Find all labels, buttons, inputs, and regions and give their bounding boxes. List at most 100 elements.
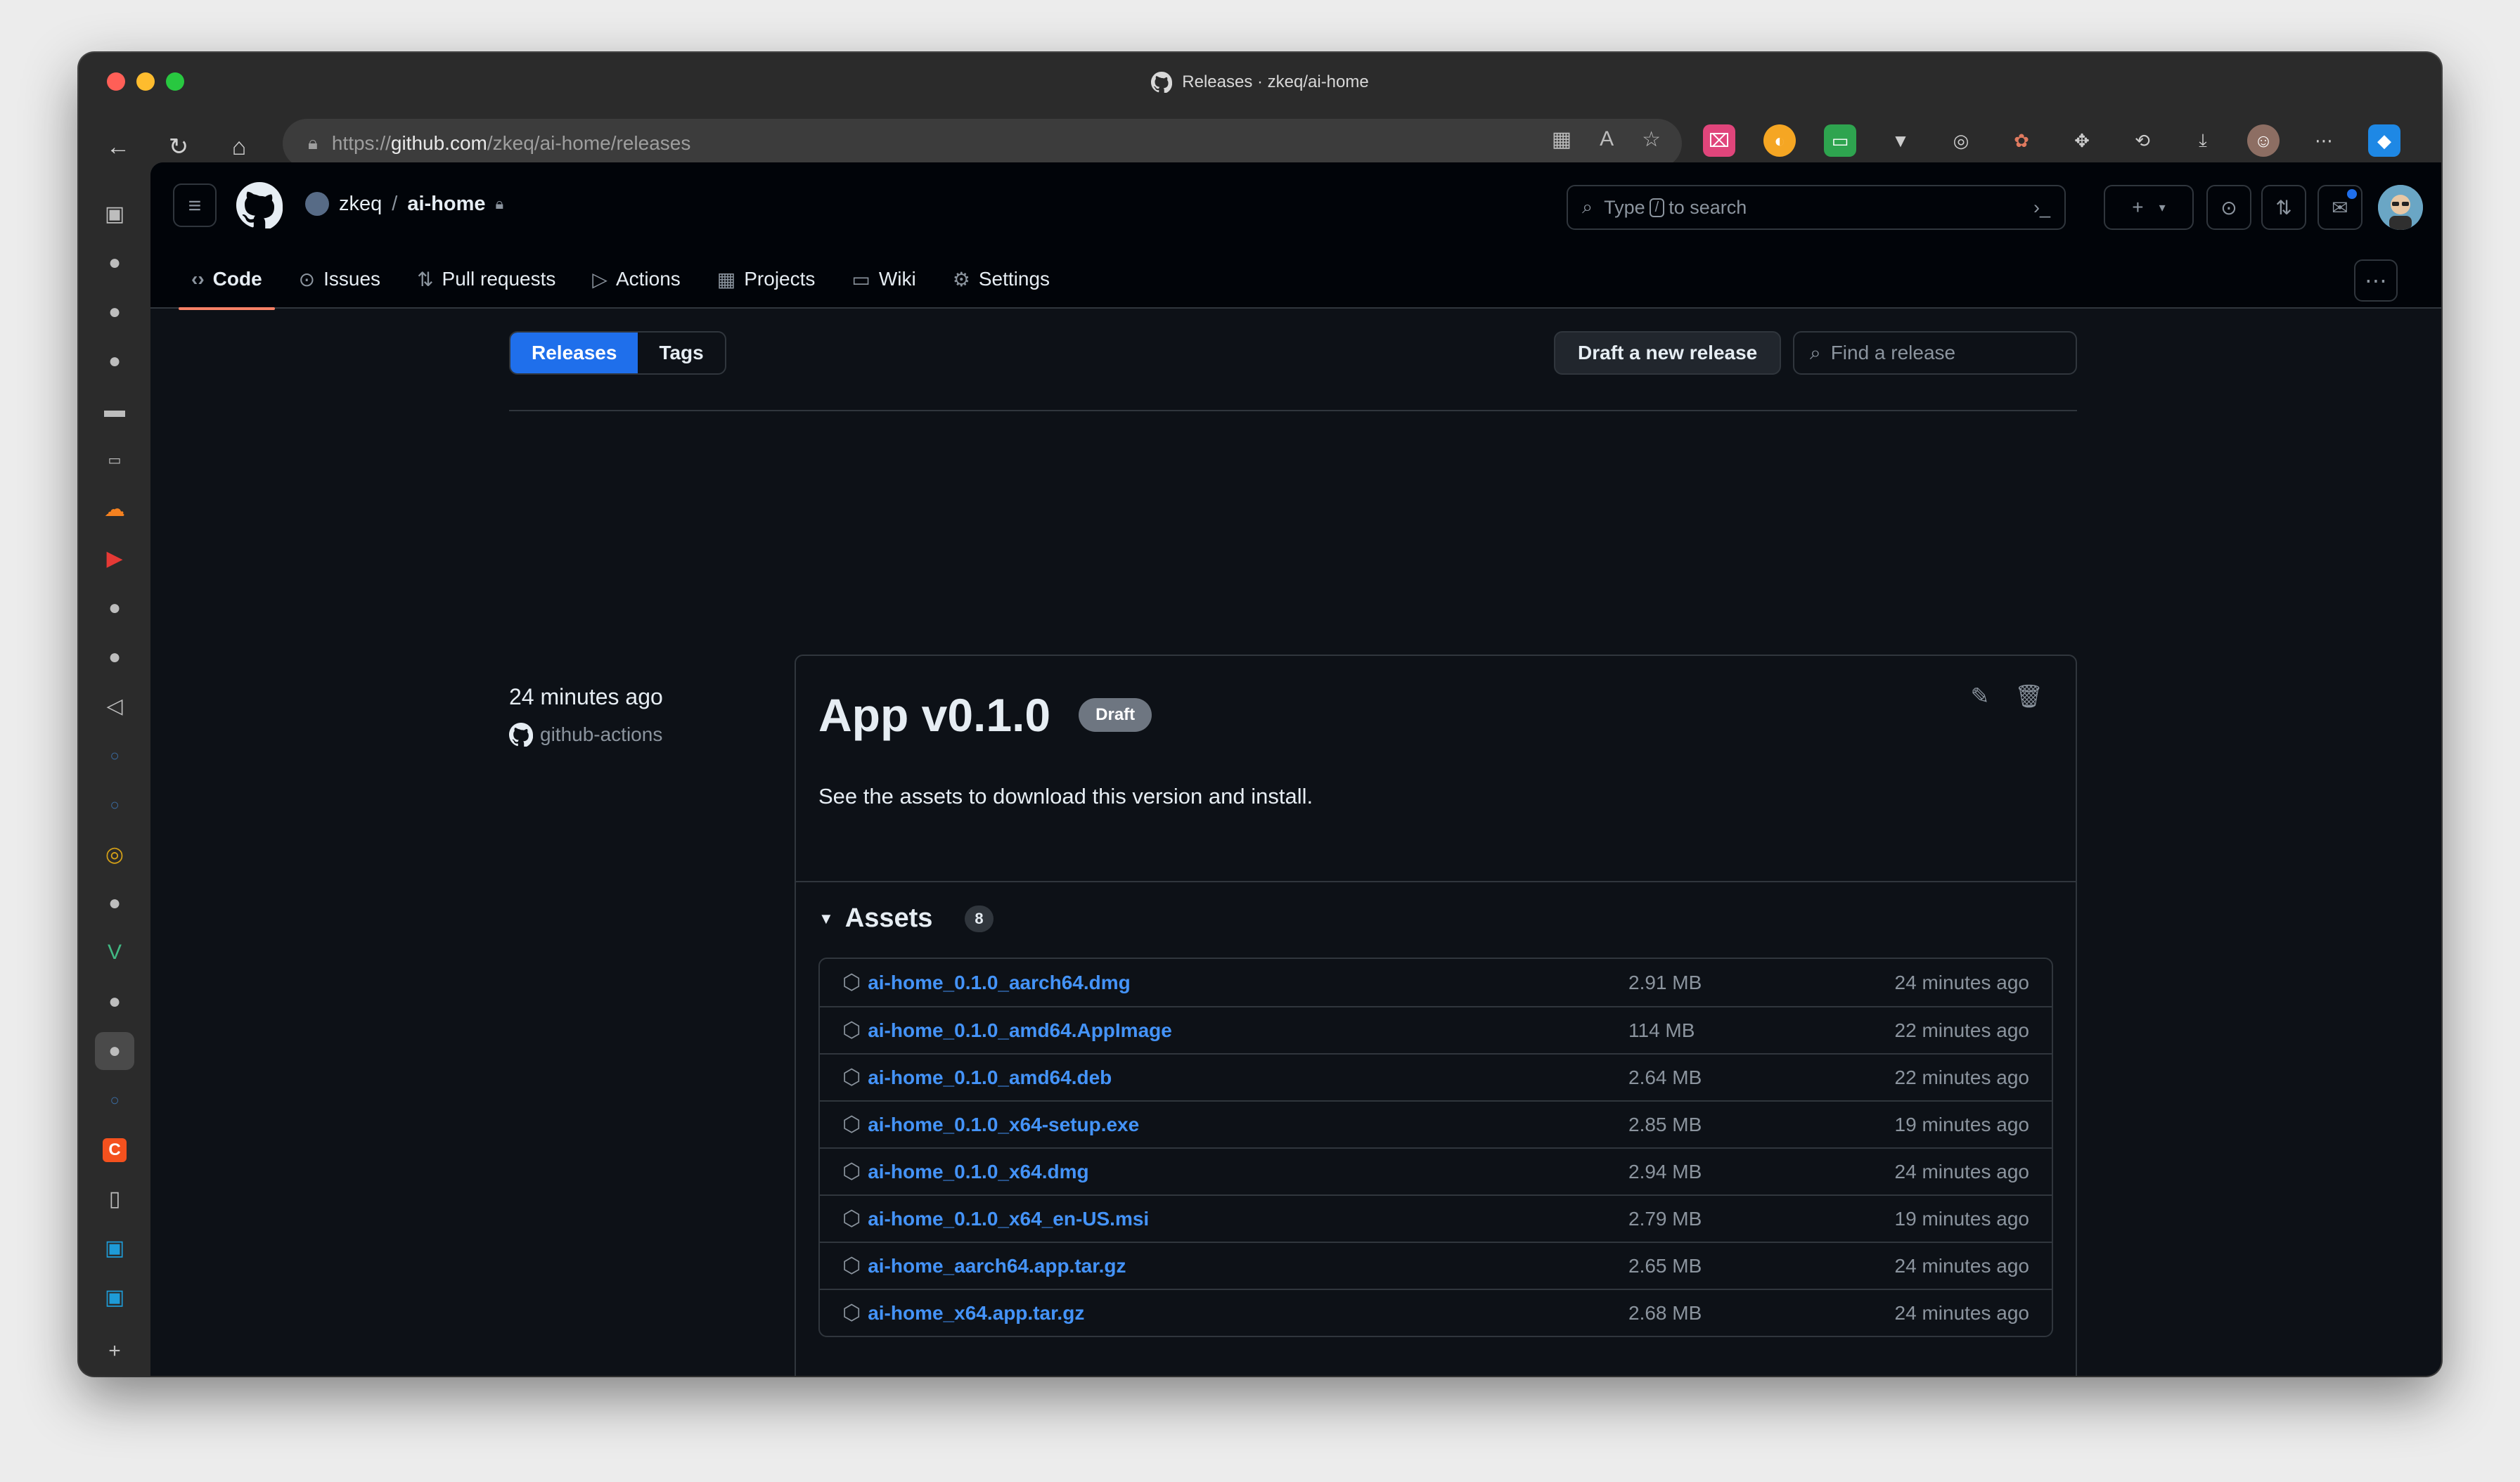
search-icon: ⌕	[1582, 196, 1593, 217]
github-tab-icon[interactable]: ●	[95, 244, 134, 282]
extension-code-icon[interactable]: ▭	[1824, 124, 1856, 157]
asset-link[interactable]: ai-home_0.1.0_aarch64.dmg	[868, 972, 1628, 994]
more-menu-icon[interactable]: ⋯	[2308, 124, 2340, 157]
inbox-icon[interactable]: ✉	[2318, 185, 2362, 230]
package-icon: ⬡	[842, 1160, 861, 1183]
url-host: github.com	[390, 132, 487, 154]
tab-settings[interactable]: ⚙ Settings	[934, 250, 1068, 309]
c-tab-icon[interactable]: C	[95, 1130, 134, 1168]
book-icon: ▭	[851, 268, 870, 290]
repo-name-link[interactable]: ai-home	[407, 193, 485, 216]
repo-owner-link[interactable]: zkeq	[339, 193, 382, 216]
extension-tampermonkey-icon[interactable]: ◐	[1763, 124, 1796, 157]
asset-size: 2.85 MB	[1628, 1113, 1702, 1135]
more-options-button[interactable]: ⋯	[2354, 259, 2398, 302]
tab-panel-icon[interactable]: ▣	[95, 195, 134, 233]
asset-link[interactable]: ai-home_x64.app.tar.gz	[868, 1302, 1628, 1325]
github-tab-icon[interactable]: ●	[95, 884, 134, 922]
asset-link[interactable]: ai-home_0.1.0_x64-setup.exe	[868, 1114, 1628, 1136]
draft-badge: Draft	[1079, 698, 1152, 732]
back-icon[interactable]: ←	[103, 131, 134, 162]
document-tab-icon[interactable]: ▯	[95, 1180, 134, 1218]
tab-code[interactable]: ‹› Code	[173, 250, 281, 310]
tab-code-label: Code	[212, 268, 262, 290]
bilibili-tab-icon[interactable]: ▣	[95, 1279, 134, 1317]
release-author[interactable]: github-actions	[509, 723, 663, 747]
release-title[interactable]: App v0.1.0	[818, 688, 1050, 742]
link-tab-icon[interactable]: ◎	[95, 835, 134, 873]
github-tab-icon[interactable]: ●	[95, 589, 134, 627]
bilibili-tab-icon[interactable]: ▣	[95, 1230, 134, 1268]
vue-tab-icon[interactable]: V	[95, 934, 134, 972]
youtube-tab-icon[interactable]: ▶	[95, 540, 134, 578]
github-tab-icon[interactable]: ●	[95, 983, 134, 1021]
user-avatar[interactable]	[2378, 185, 2423, 230]
asset-link[interactable]: ai-home_0.1.0_amd64.AppImage	[868, 1019, 1628, 1042]
address-bar[interactable]: 🔒︎ https://github.com/zkeq/ai-home/relea…	[283, 119, 1682, 168]
assets-heading: Assets	[844, 903, 933, 933]
asset-link[interactable]: ai-home_aarch64.app.tar.gz	[868, 1255, 1628, 1277]
asset-size: 2.79 MB	[1628, 1207, 1702, 1230]
profile-avatar[interactable]: ☺	[2247, 124, 2280, 157]
add-tab-icon[interactable]: +	[95, 1332, 134, 1370]
github-logo-icon[interactable]	[236, 182, 283, 228]
grid-icon[interactable]: ▦	[1552, 127, 1571, 152]
extensions-puzzle-icon[interactable]: ✥	[2066, 124, 2098, 157]
github-tab-icon-active[interactable]: ●	[95, 1032, 134, 1071]
tab-pull-requests[interactable]: ⇅ Pull requests	[399, 250, 574, 309]
release-meta: 24 minutes ago github-actions	[509, 684, 663, 747]
cloudflare-tab-icon[interactable]: ☁	[95, 490, 134, 528]
assets-toggle[interactable]: ▼ Assets 8	[818, 903, 2053, 934]
draft-new-release-button[interactable]: Draft a new release	[1554, 331, 1782, 375]
window-title-text: Releases · zkeq/ai-home	[1182, 72, 1369, 91]
github-tab-icon[interactable]: ●	[95, 638, 134, 676]
github-tab-icon[interactable]: ●	[95, 342, 134, 380]
extension-translate-icon[interactable]: ⌧	[1703, 124, 1735, 157]
releases-tab-button[interactable]: Releases	[510, 333, 638, 373]
tab-actions-label: Actions	[615, 268, 681, 290]
asset-link[interactable]: ai-home_0.1.0_amd64.deb	[868, 1067, 1628, 1089]
keyboard-tab-icon[interactable]: ▭	[95, 441, 134, 479]
speaker-tab-icon[interactable]: ◁	[95, 688, 134, 726]
search-tab-icon[interactable]: ○	[95, 1081, 134, 1119]
asset-time: 19 minutes ago	[1894, 1207, 2029, 1230]
menu-icon[interactable]: ≡	[173, 183, 217, 227]
favorite-star-icon[interactable]: ☆	[1642, 127, 1661, 152]
history-icon[interactable]: ⟲	[2126, 124, 2159, 157]
find-release-input[interactable]: ⌕ Find a release	[1793, 331, 2077, 375]
issues-icon[interactable]: ⊙	[2206, 185, 2251, 230]
copilot-icon[interactable]: ◆	[2368, 124, 2400, 157]
create-new-button[interactable]: + ▾	[2104, 185, 2194, 230]
window-title: Releases · zkeq/ai-home	[1151, 72, 1369, 93]
asset-link[interactable]: ai-home_0.1.0_x64.dmg	[868, 1161, 1628, 1183]
tab-actions[interactable]: ▷ Actions	[574, 250, 698, 309]
asset-link[interactable]: ai-home_0.1.0_x64_en-US.msi	[868, 1208, 1628, 1230]
breadcrumb: zkeq / ai-home 🔒︎	[305, 192, 503, 216]
github-tab-icon[interactable]: ●	[95, 293, 134, 331]
reload-icon[interactable]: ↻	[163, 131, 194, 162]
close-window-button[interactable]	[107, 72, 125, 91]
tab-wiki[interactable]: ▭ Wiki	[833, 250, 934, 309]
edit-pencil-icon[interactable]: ✎	[1971, 683, 1990, 709]
home-icon[interactable]: ⌂	[224, 131, 255, 162]
read-aloud-icon[interactable]: A	[1600, 127, 1614, 152]
chat-tab-icon[interactable]: ▬	[95, 392, 134, 430]
tags-tab-button[interactable]: Tags	[638, 333, 724, 373]
search-shortcut-key: /	[1649, 198, 1665, 217]
search-tab-icon[interactable]: ○	[95, 786, 134, 824]
search-input[interactable]: ⌕ Type / to search ›_	[1567, 185, 2066, 230]
zoom-window-button[interactable]	[166, 72, 184, 91]
trash-icon[interactable]: 🗑︎	[2014, 683, 2043, 709]
extension-glasses-icon[interactable]: ◎	[1945, 124, 1977, 157]
search-tab-icon[interactable]: ○	[95, 737, 134, 775]
package-icon: ⬡	[842, 971, 861, 994]
tab-issues[interactable]: ⊙ Issues	[281, 250, 399, 309]
extension-vue-icon[interactable]: ▼	[1884, 124, 1917, 157]
pull-requests-icon[interactable]: ⇅	[2261, 185, 2306, 230]
asset-row: ⬡ ai-home_0.1.0_amd64.deb 2.64 MB 22 minute…	[820, 1053, 2052, 1100]
download-icon[interactable]: ⤓	[2187, 124, 2219, 157]
extension-cookie-icon[interactable]: ✿	[2005, 124, 2038, 157]
tab-projects[interactable]: ▦ Projects	[699, 250, 834, 309]
minimize-window-button[interactable]	[136, 72, 155, 91]
command-palette-icon[interactable]: ›_	[2033, 197, 2050, 219]
